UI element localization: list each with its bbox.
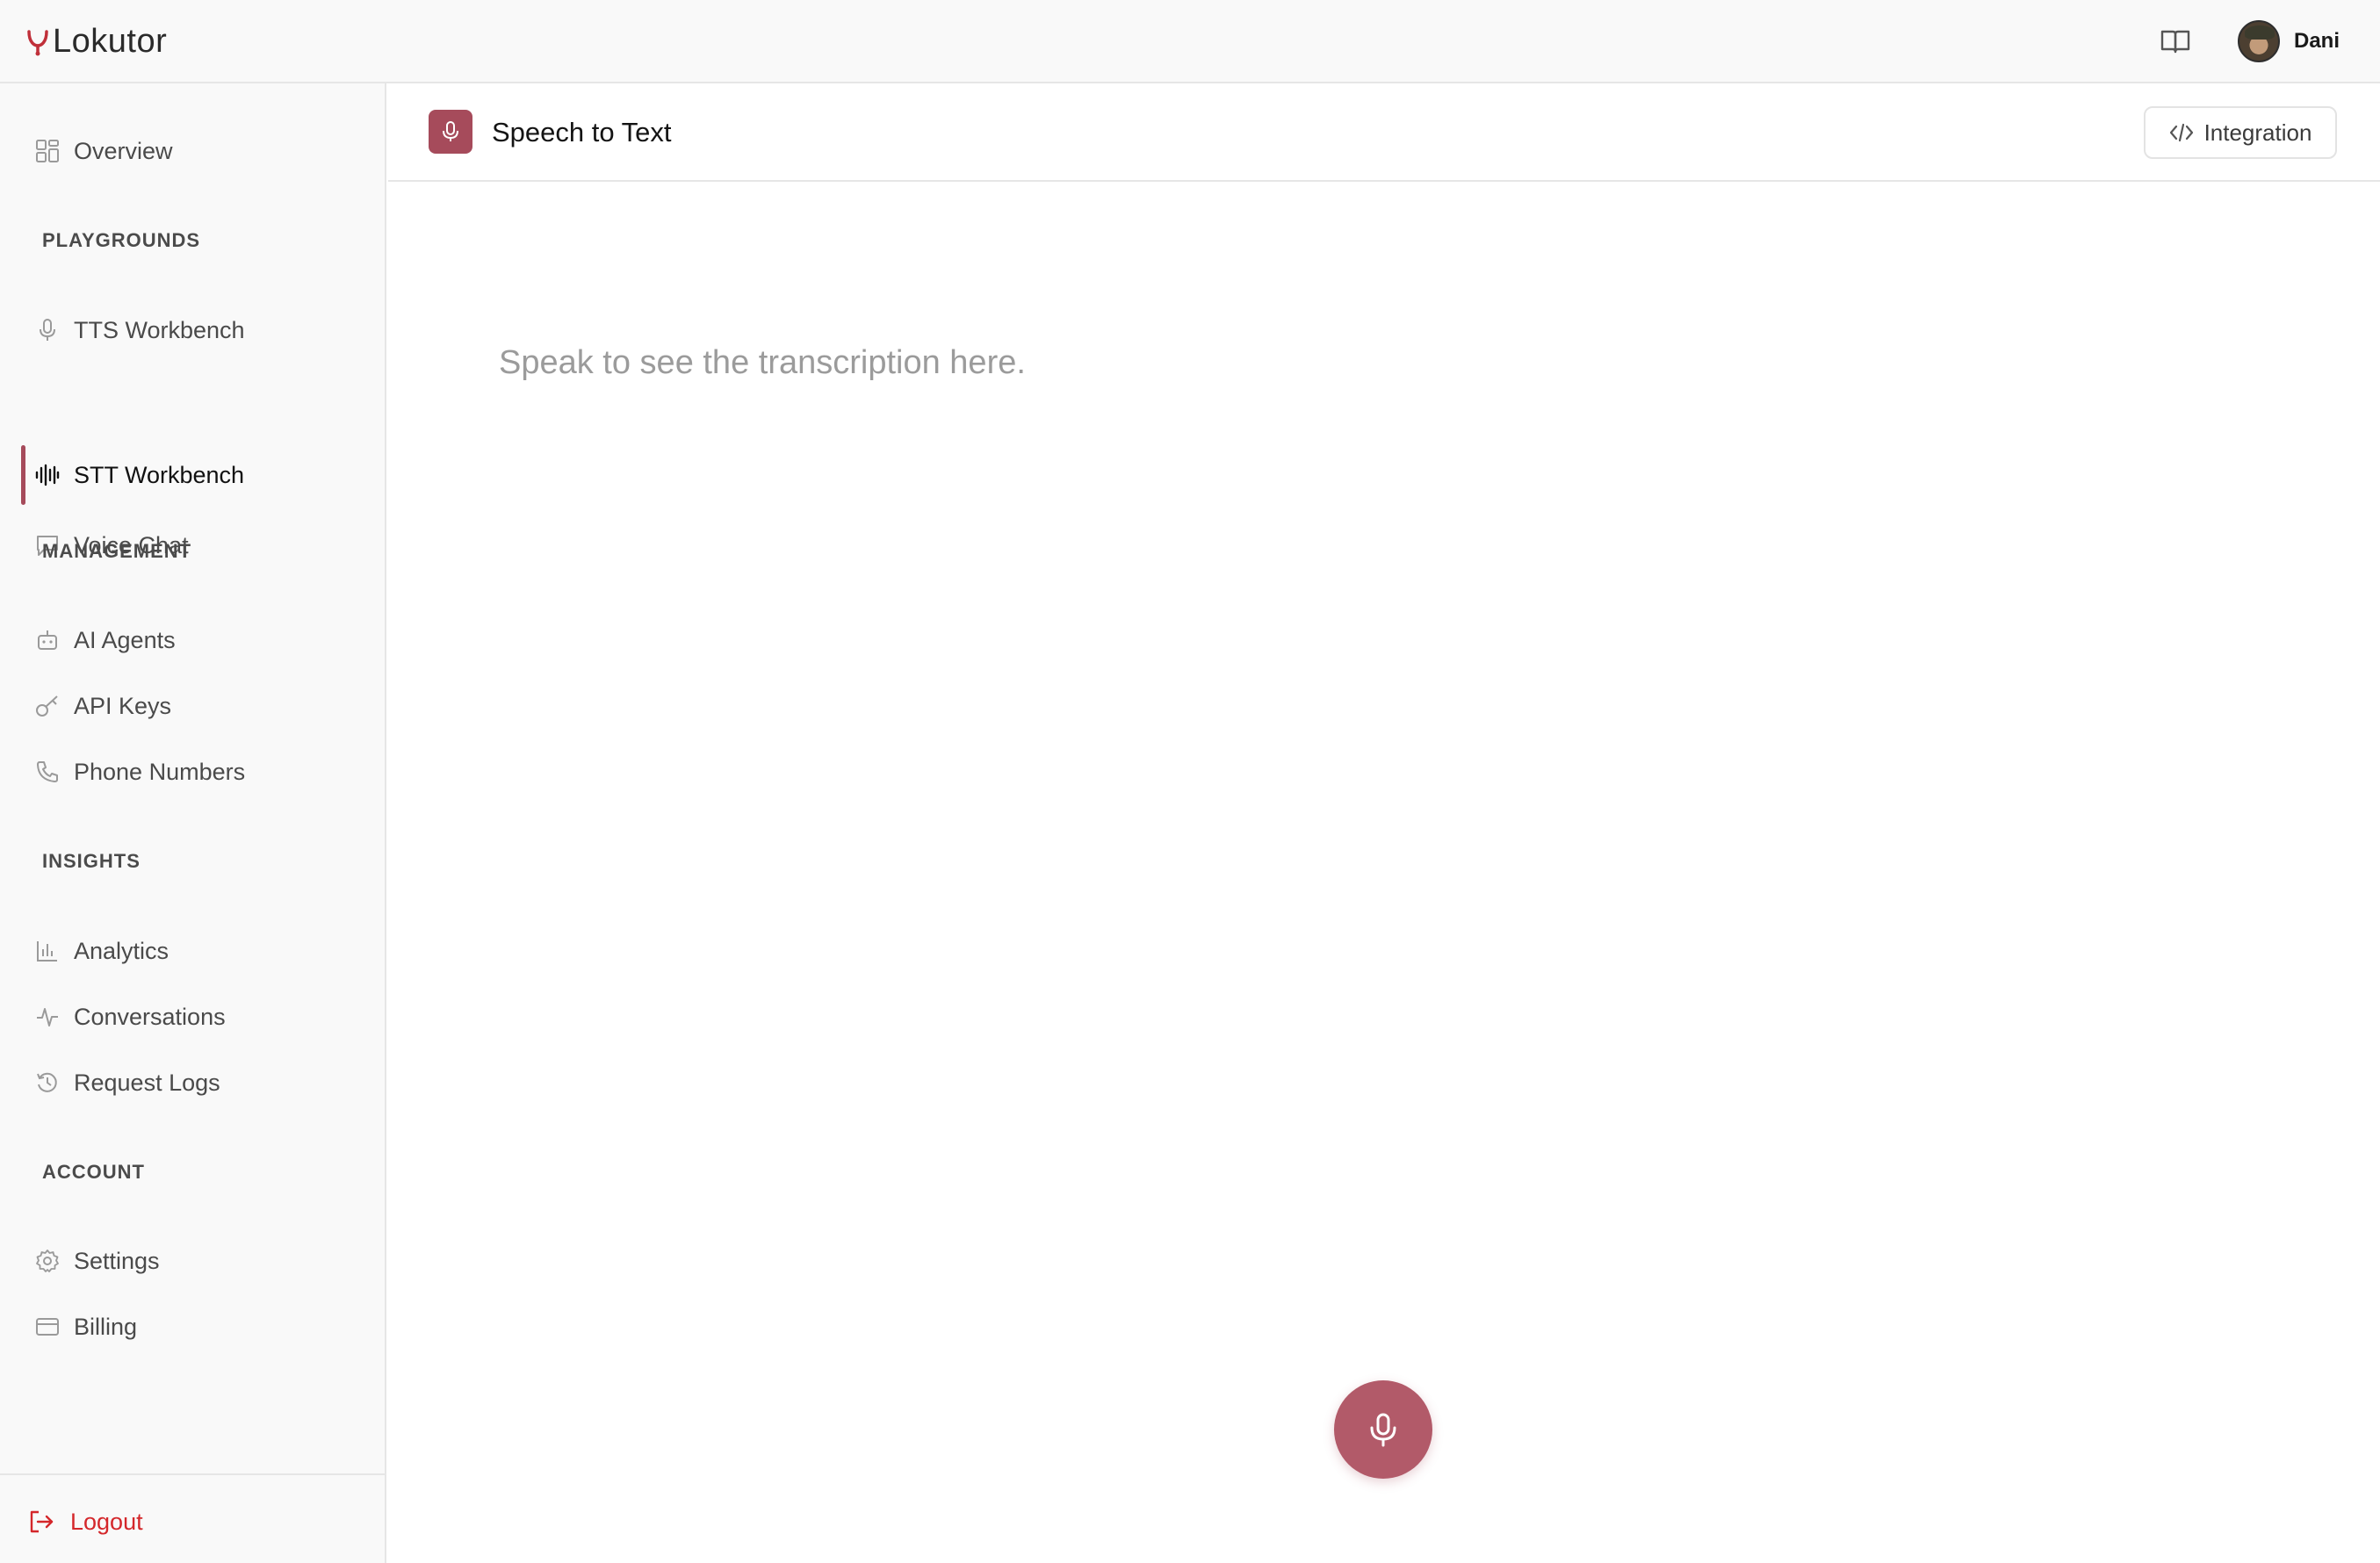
sidebar: Overview PLAYGROUNDS TTS Workbench STT W… xyxy=(0,83,386,1563)
sidebar-item-phone-numbers[interactable]: Phone Numbers xyxy=(21,745,372,798)
sidebar-item-label: Phone Numbers xyxy=(74,758,246,785)
record-button[interactable] xyxy=(1334,1380,1432,1479)
grid-icon xyxy=(36,140,59,162)
sidebar-divider xyxy=(0,1473,385,1475)
transcript-placeholder: Speak to see the transcription here. xyxy=(499,344,1026,381)
page-title: Speech to Text xyxy=(492,117,672,148)
user-menu[interactable]: Dani xyxy=(2238,18,2340,65)
integration-button[interactable]: Integration xyxy=(2144,106,2337,159)
brand-logo[interactable]: Lokutor xyxy=(26,18,167,65)
docs-button[interactable] xyxy=(2156,25,2195,58)
credit-card-icon xyxy=(36,1318,59,1336)
sidebar-item-overview[interactable]: Overview xyxy=(21,125,372,177)
logout-icon xyxy=(30,1510,54,1533)
top-bar: Lokutor Dani xyxy=(0,0,2380,83)
sidebar-item-label: TTS Workbench xyxy=(74,316,245,343)
sidebar-item-request-logs[interactable]: Request Logs xyxy=(21,1056,372,1109)
code-icon xyxy=(2169,123,2193,142)
microphone-icon xyxy=(1370,1413,1396,1447)
avatar xyxy=(2238,20,2280,62)
sidebar-item-label: Conversations xyxy=(74,1003,226,1030)
brand-name: Lokutor xyxy=(53,22,168,60)
page-header: Speech to Text Integration xyxy=(388,83,2380,182)
microphone-icon xyxy=(40,319,55,341)
sidebar-item-settings[interactable]: Settings xyxy=(21,1235,372,1287)
key-icon xyxy=(36,695,58,717)
sidebar-item-billing[interactable]: Billing xyxy=(21,1300,372,1353)
audio-wave-icon xyxy=(35,464,60,486)
sidebar-item-label: Request Logs xyxy=(74,1069,220,1096)
robot-icon xyxy=(38,630,57,650)
section-title-insights: INSIGHTS xyxy=(42,850,141,872)
sidebar-item-conversations[interactable]: Conversations xyxy=(21,990,372,1043)
sidebar-item-label: Billing xyxy=(74,1313,138,1340)
sidebar-item-stt-workbench[interactable]: STT Workbench xyxy=(21,449,372,501)
bar-chart-icon xyxy=(37,941,57,962)
logout-button[interactable]: Logout xyxy=(28,1500,143,1544)
logout-label: Logout xyxy=(70,1508,143,1535)
sidebar-item-label: STT Workbench xyxy=(74,461,245,488)
sidebar-item-label: API Keys xyxy=(74,692,172,719)
lokutor-logo-icon xyxy=(27,30,48,56)
section-title-management: MANAGEMENT xyxy=(42,540,192,562)
sidebar-item-label: AI Agents xyxy=(74,626,176,653)
gear-icon xyxy=(36,1250,59,1272)
phone-icon xyxy=(37,761,58,782)
sidebar-item-label: Settings xyxy=(74,1247,160,1274)
user-name: Dani xyxy=(2294,29,2340,53)
book-open-icon xyxy=(2160,30,2190,54)
section-title-account: ACCOUNT xyxy=(42,1161,145,1183)
microphone-icon xyxy=(443,121,458,141)
section-title-playgrounds: PLAYGROUNDS xyxy=(42,229,201,251)
sidebar-item-api-keys[interactable]: API Keys xyxy=(21,680,372,732)
activity-icon xyxy=(37,1008,58,1026)
page-title-icon xyxy=(429,110,472,154)
integration-label: Integration xyxy=(2203,119,2312,146)
sidebar-item-label: Analytics xyxy=(74,937,169,964)
sidebar-item-analytics[interactable]: Analytics xyxy=(21,925,372,977)
sidebar-item-tts-workbench[interactable]: TTS Workbench xyxy=(21,304,372,357)
sidebar-item-ai-agents[interactable]: AI Agents xyxy=(21,614,372,666)
sidebar-item-label: Overview xyxy=(74,137,173,164)
history-icon xyxy=(37,1072,57,1092)
